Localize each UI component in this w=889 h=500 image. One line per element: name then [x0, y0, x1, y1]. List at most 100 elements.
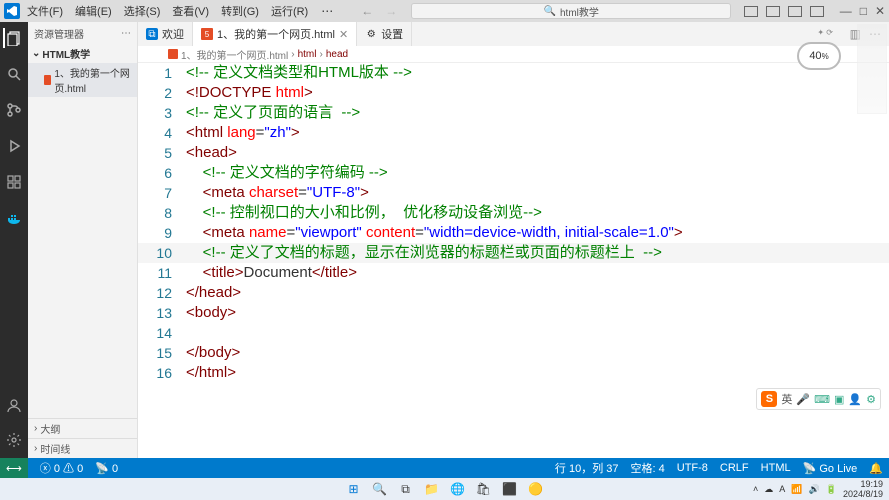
nav-back-icon[interactable]: ← [361, 4, 373, 18]
store-app-icon[interactable]: 🛍 [475, 480, 493, 498]
code-text: <title>Document</title> [186, 263, 357, 283]
tab-settings[interactable]: ⚙ 设置 [357, 22, 412, 46]
close-icon[interactable]: ✕ [875, 4, 885, 18]
code-text: <body> [186, 303, 236, 323]
line-number: 5 [138, 143, 186, 163]
tray-battery-icon[interactable]: 🔋 [826, 484, 837, 495]
code-line[interactable]: 13<body> [138, 303, 889, 323]
ime-lang[interactable]: 英 [781, 391, 792, 407]
ime-tool-icon[interactable]: ⚙ [866, 393, 876, 406]
tray-volume-icon[interactable]: 🔊 [809, 484, 820, 495]
debug-icon[interactable] [4, 136, 24, 156]
tray-wifi-icon[interactable]: 📶 [791, 484, 802, 495]
menu-edit[interactable]: 编辑(E) [70, 3, 117, 19]
code-text: <meta name="viewport" content="width=dev… [186, 223, 683, 243]
extensions-icon[interactable] [4, 172, 24, 192]
menu-run[interactable]: 运行(R) [266, 3, 313, 19]
code-line[interactable]: 12</head> [138, 283, 889, 303]
status-cursor[interactable]: 行 10，列 37 [555, 460, 619, 476]
menu-go[interactable]: 转到(G) [216, 3, 264, 19]
menu-overflow[interactable]: ⋯ [315, 4, 339, 18]
explorer-app-icon[interactable]: 📁 [423, 480, 441, 498]
search-text: html教学 [560, 4, 599, 19]
outline-section[interactable]: › 大纲 [28, 418, 137, 438]
ime-voice-icon[interactable]: 🎤 [796, 393, 810, 406]
explorer-icon[interactable] [3, 28, 23, 48]
ime-toolbar[interactable]: S 英 🎤 ⌨ ▣ 👤 ⚙ [756, 388, 881, 410]
code-line[interactable]: 16</html> [138, 363, 889, 383]
code-line[interactable]: 4<html lang="zh"> [138, 123, 889, 143]
ime-keyboard-icon[interactable]: ⌨ [814, 393, 830, 406]
code-line[interactable]: 14 [138, 323, 889, 343]
taskbar-search-icon[interactable]: 🔍 [371, 480, 389, 498]
status-spaces[interactable]: 空格: 4 [631, 460, 665, 476]
status-errors[interactable]: ⓧ 0 ⚠ 0 [40, 460, 83, 476]
editor-area: ⧉ 欢迎 5 1、我的第一个网页.html ✕ ⚙ 设置 ▥ ⋯ 1、我的第一个… [138, 22, 889, 458]
task-view-icon[interactable]: ⧉ [397, 480, 415, 498]
start-icon[interactable]: ⊞ [345, 480, 363, 498]
settings-gear-icon[interactable] [4, 430, 24, 450]
sidebar-more-icon[interactable]: ⋯ [121, 28, 131, 39]
status-port[interactable]: 📡 0 [95, 462, 118, 475]
tab-file[interactable]: 5 1、我的第一个网页.html ✕ [193, 22, 357, 46]
tray-chevron-icon[interactable]: ˄ [753, 484, 758, 494]
code-line[interactable]: 9 <meta name="viewport" content="width=d… [138, 223, 889, 243]
layout-panel-icon[interactable] [766, 6, 780, 17]
line-number: 13 [138, 303, 186, 323]
code-text: <head> [186, 143, 237, 163]
line-number: 3 [138, 103, 186, 123]
tab-welcome[interactable]: ⧉ 欢迎 [138, 22, 193, 46]
remote-indicator[interactable]: ⟷ [0, 458, 28, 478]
code-line[interactable]: 3<!-- 定义了页面的语言 --> [138, 103, 889, 123]
menu-selection[interactable]: 选择(S) [119, 3, 166, 19]
code-line[interactable]: 2<!DOCTYPE html> [138, 83, 889, 103]
code-line[interactable]: 15</body> [138, 343, 889, 363]
folder-root[interactable]: ⌄ HTML教学 [28, 44, 137, 63]
system-tray[interactable]: ˄ ☁ A 📶 🔊 🔋 19:19 2024/8/19 [753, 479, 883, 499]
edge-app-icon[interactable]: 🌐 [449, 480, 467, 498]
breadcrumbs[interactable]: 1、我的第一个网页.html › html › head [138, 46, 889, 63]
file-item[interactable]: 1、我的第一个网页.html [28, 63, 137, 97]
code-text: <!-- 定义文档的字符编码 --> [186, 163, 388, 183]
chrome-app-icon[interactable]: 🟡 [527, 480, 545, 498]
layout-custom-icon[interactable] [810, 6, 824, 17]
tray-cloud-icon[interactable]: ☁ [764, 484, 773, 495]
tray-lang-icon[interactable]: A [779, 484, 785, 494]
status-language[interactable]: HTML [761, 462, 791, 474]
code-text: <!-- 定义了页面的语言 --> [186, 103, 360, 123]
layout-secondary-icon[interactable] [788, 6, 802, 17]
line-number: 1 [138, 63, 186, 83]
ime-pic-icon[interactable]: ▣ [834, 393, 844, 406]
status-encoding[interactable]: UTF-8 [677, 462, 708, 474]
code-line[interactable]: 1<!-- 定义文档类型和HTML版本 --> [138, 63, 889, 83]
code-line[interactable]: 8 <!-- 控制视口的大小和比例， 优化移动设备浏览--> [138, 203, 889, 223]
nav-forward-icon[interactable]: → [385, 4, 397, 18]
ime-user-icon[interactable]: 👤 [848, 393, 862, 406]
status-eol[interactable]: CRLF [720, 462, 749, 474]
tab-label: 1、我的第一个网页.html [217, 26, 335, 42]
tab-close-icon[interactable]: ✕ [339, 28, 348, 41]
command-center[interactable]: 🔍 html教学 [411, 3, 731, 19]
docker-icon[interactable] [4, 208, 24, 228]
minimap[interactable] [857, 24, 887, 114]
status-notifications-icon[interactable]: 🔔 [869, 462, 883, 475]
code-line[interactable]: 7 <meta charset="UTF-8"> [138, 183, 889, 203]
status-golive[interactable]: 📡 Go Live [803, 462, 858, 475]
layout-primary-icon[interactable] [744, 6, 758, 17]
menu-file[interactable]: 文件(F) [22, 3, 68, 19]
vscode-app-icon[interactable]: ⬛ [501, 480, 519, 498]
minimize-icon[interactable]: — [840, 4, 852, 18]
taskbar-clock[interactable]: 19:19 2024/8/19 [843, 479, 883, 499]
menu-view[interactable]: 查看(V) [167, 3, 214, 19]
maximize-icon[interactable]: □ [860, 4, 867, 18]
code-line[interactable]: 5<head> [138, 143, 889, 163]
timeline-section[interactable]: › 时间线 [28, 438, 137, 458]
source-control-icon[interactable] [4, 100, 24, 120]
vscode-icon: ⧉ [146, 28, 158, 40]
code-line[interactable]: 10 <!-- 定义了文档的标题，显示在浏览器的标题栏或页面的标题栏上 --> [138, 243, 889, 263]
breadcrumb-head: head [326, 49, 348, 60]
search-icon[interactable] [4, 64, 24, 84]
code-line[interactable]: 6 <!-- 定义文档的字符编码 --> [138, 163, 889, 183]
account-icon[interactable] [4, 396, 24, 416]
code-line[interactable]: 11 <title>Document</title> [138, 263, 889, 283]
